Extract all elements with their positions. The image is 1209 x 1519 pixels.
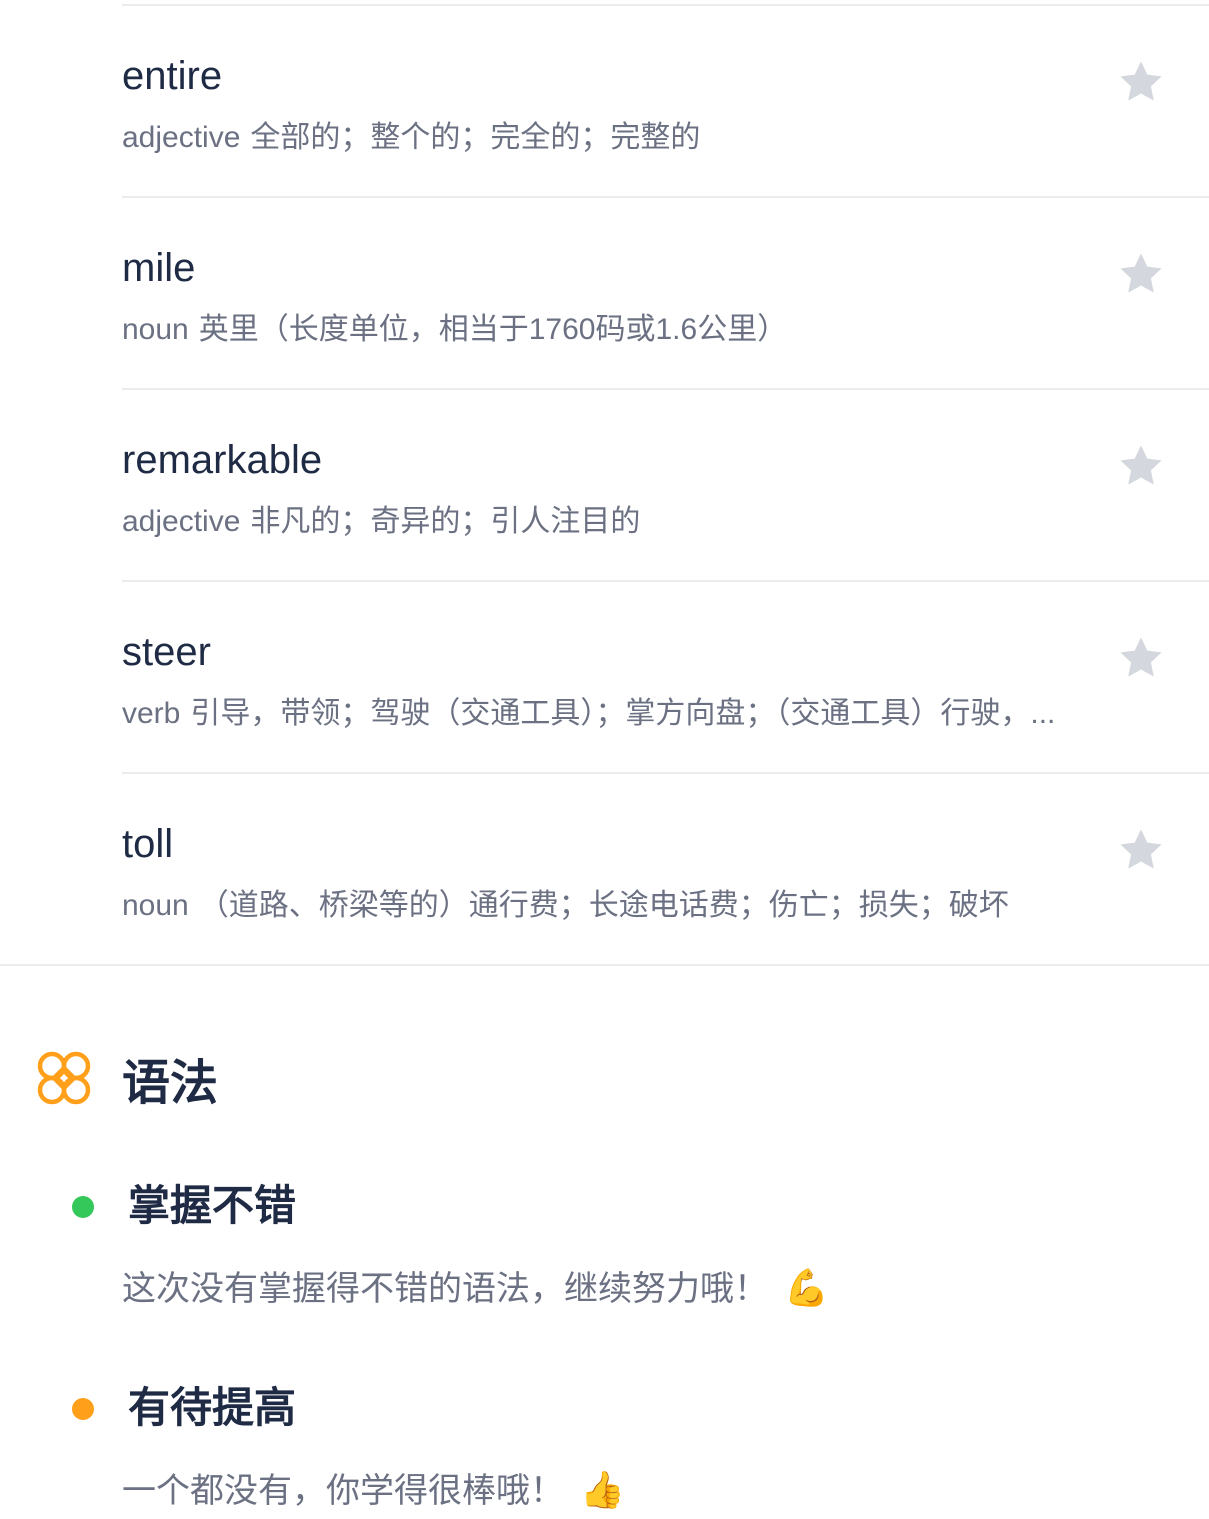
good-bullet: [72, 1196, 94, 1218]
flexed-biceps-icon: 💪: [784, 1268, 829, 1309]
word-list: entire adjective 全部的；整个的；完全的；完整的 mile nou…: [0, 6, 1209, 966]
part-of-speech: verb: [122, 697, 181, 730]
word-definition: adjective 全部的；整个的；完全的；完整的: [122, 118, 700, 158]
part-of-speech: adjective: [122, 121, 241, 154]
word-row-entire[interactable]: entire adjective 全部的；整个的；完全的；完整的: [122, 6, 1209, 198]
word-text: toll: [122, 822, 174, 866]
improve-title: 有待提高: [128, 1383, 297, 1432]
grammar-section-header: 语法: [34, 1046, 219, 1111]
grammar-knot-icon: [37, 1051, 91, 1105]
definition-text: 非凡的；奇异的；引人注目的: [250, 505, 641, 538]
word-row-toll[interactable]: toll noun （道路、桥梁等的）通行费；长途电话费；伤亡；损失；破坏: [0, 774, 1209, 966]
word-row-remarkable[interactable]: remarkable adjective 非凡的；奇异的；引人注目的: [122, 390, 1209, 582]
word-text: steer: [122, 630, 211, 674]
word-definition: noun （道路、桥梁等的）通行费；长途电话费；伤亡；损失；破坏: [122, 886, 1009, 926]
favorite-star-icon[interactable]: [1115, 824, 1167, 876]
part-of-speech: noun: [122, 313, 189, 346]
thumbs-up-icon: 👍: [580, 1470, 625, 1511]
good-text: 这次没有掌握得不错的语法，继续努力哦！ 💪: [122, 1266, 829, 1312]
good-message: 这次没有掌握得不错的语法，继续努力哦！: [122, 1269, 768, 1309]
word-text: remarkable: [122, 438, 323, 482]
definition-text: （道路、桥梁等的）通行费；长途电话费；伤亡；损失；破坏: [198, 889, 1009, 922]
favorite-star-icon[interactable]: [1115, 56, 1167, 108]
definition-text: 全部的；整个的；完全的；完整的: [250, 121, 701, 154]
good-title: 掌握不错: [128, 1181, 297, 1230]
part-of-speech: adjective: [122, 505, 241, 538]
word-text: mile: [122, 246, 196, 290]
word-row-steer[interactable]: steer verb 引导，带领；驾驶（交通工具）；掌方向盘；（交通工具）行驶，.…: [122, 582, 1209, 774]
improve-message: 一个都没有，你学得很棒哦！: [122, 1471, 564, 1511]
improve-text: 一个都没有，你学得很棒哦！ 👍: [122, 1468, 625, 1514]
definition-text: 英里（长度单位，相当于1760码或1.6公里）: [198, 313, 788, 346]
grammar-title: 语法: [122, 1055, 219, 1111]
part-of-speech: noun: [122, 889, 189, 922]
definition-text: 引导，带领；驾驶（交通工具）；掌方向盘；（交通工具）行驶，...: [190, 697, 1056, 730]
word-text: entire: [122, 54, 223, 98]
favorite-star-icon[interactable]: [1115, 440, 1167, 492]
word-definition: noun 英里（长度单位，相当于1760码或1.6公里）: [122, 310, 787, 350]
favorite-star-icon[interactable]: [1115, 632, 1167, 684]
improve-bullet: [72, 1398, 94, 1420]
word-definition: verb 引导，带领；驾驶（交通工具）；掌方向盘；（交通工具）行驶，...: [122, 694, 1055, 734]
word-definition: adjective 非凡的；奇异的；引人注目的: [122, 502, 640, 542]
favorite-star-icon[interactable]: [1115, 248, 1167, 300]
word-row-mile[interactable]: mile noun 英里（长度单位，相当于1760码或1.6公里）: [122, 198, 1209, 390]
